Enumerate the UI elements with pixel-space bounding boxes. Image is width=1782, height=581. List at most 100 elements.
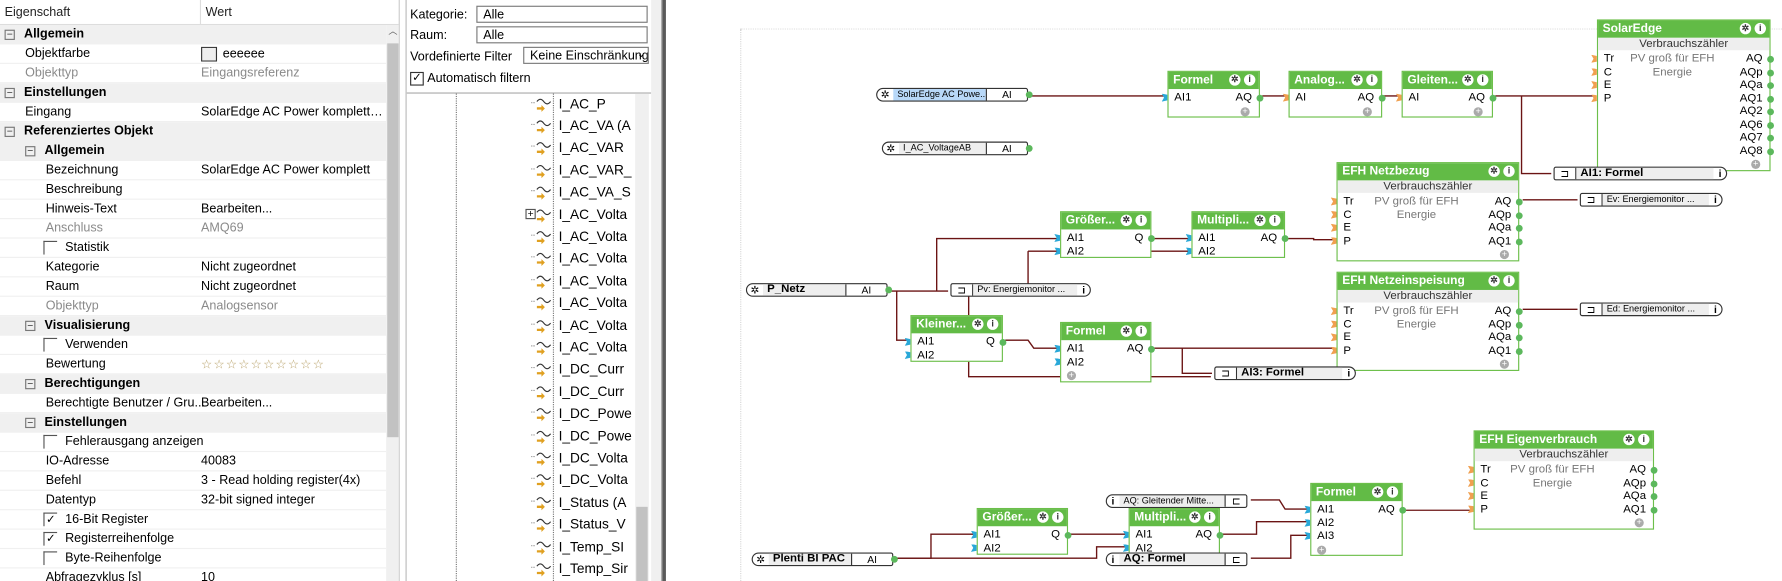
output-pin[interactable] — [1281, 235, 1289, 242]
predefined-filter-select[interactable]: Keine Einschränkunge ⌄ — [523, 46, 649, 64]
tree-item[interactable]: I_DC_Powe — [531, 402, 632, 424]
link-in-icon[interactable]: ⊐ — [952, 284, 973, 296]
wire[interactable] — [896, 291, 909, 341]
output-pin[interactable] — [1515, 238, 1523, 245]
block-header[interactable]: EFH Netzeinspeisung ✲ i — [1337, 272, 1519, 290]
property-value[interactable]: Nicht zugeordnet — [201, 260, 384, 274]
connection-reference[interactable]: ⊐ Ed: Energiemonitor ... i — [1579, 302, 1723, 317]
block-header[interactable]: Analog... ✲ i — [1289, 71, 1382, 90]
output-pin[interactable] — [1515, 334, 1523, 342]
link-in-icon[interactable]: ⊐ — [1555, 167, 1576, 180]
property-value[interactable]: SolarEdge AC Power komplett (... — [201, 105, 384, 119]
function-block[interactable]: Multipli... ✲ i AI1 AI2 AQ — [1185, 211, 1289, 258]
block-header[interactable]: Formel ✲ i — [1311, 483, 1402, 502]
property-row[interactable]: ✓ Registerreihenfolge — [0, 530, 387, 550]
property-row[interactable]: IO-Adresse 40083 — [0, 452, 387, 472]
color-swatch[interactable] — [201, 46, 218, 62]
block-header[interactable]: Größer... ✲ i — [977, 509, 1067, 527]
gear-icon[interactable]: ✲ — [1120, 325, 1133, 337]
tree-item[interactable]: I_Temp_Sir — [531, 557, 628, 579]
block-header[interactable]: Formel ✲ i — [1168, 71, 1259, 90]
output-pin[interactable] — [1216, 531, 1224, 539]
info-icon[interactable]: i — [1709, 304, 1721, 315]
info-icon[interactable]: i — [1052, 511, 1064, 523]
checkbox[interactable] — [43, 240, 58, 255]
gear-icon[interactable]: ✲ — [1462, 74, 1474, 86]
wire[interactable] — [1005, 339, 1058, 349]
gear-icon[interactable]: ✲ — [1623, 433, 1635, 446]
function-block[interactable]: EFH Netzbezug ✲ i Verbrauchszähler Tr C E P AQ AQ… — [1330, 162, 1523, 261]
property-value[interactable]: Bearbeiten... — [201, 396, 384, 410]
properties-scrollbar[interactable]: ︿ — [386, 25, 399, 581]
property-value[interactable]: 3 - Read holding register(4x) — [201, 474, 384, 488]
info-icon[interactable]: i — [1135, 214, 1147, 227]
property-section[interactable]: − Einstellungen — [0, 413, 387, 433]
output-pin[interactable] — [1650, 466, 1658, 474]
property-value[interactable]: 32-bit signed integer — [201, 493, 384, 507]
link-in-icon[interactable]: ⊐ — [1581, 194, 1603, 206]
output-pin[interactable] — [1515, 347, 1523, 355]
add-port-icon[interactable]: + — [1473, 106, 1483, 116]
tree-item[interactable]: I_DC_Powe — [531, 425, 632, 447]
checkbox[interactable] — [43, 337, 58, 352]
checkbox-checked[interactable]: ✓ — [43, 512, 58, 527]
function-block[interactable]: Formel ✲ i AI1 AI2 AQ + — [1054, 321, 1155, 382]
input-reference[interactable]: ✲ I_AC_VoltageAB AI — [881, 141, 1029, 156]
rating-stars[interactable]: ☆☆☆☆☆☆☆☆☆☆ — [201, 357, 384, 372]
function-block[interactable]: Formel ✲ i AI1 AQ + — [1161, 70, 1264, 118]
property-row[interactable]: Hinweis-Text Bearbeiten... — [0, 200, 387, 220]
info-icon[interactable]: i — [1135, 325, 1147, 337]
block-header[interactable]: SolarEdge ✲ i — [1598, 20, 1770, 38]
property-row[interactable]: Kategorie Nicht zugeordnet — [0, 258, 387, 278]
wire[interactable] — [1250, 534, 1308, 559]
property-row[interactable]: Datentyp 32-bit signed integer — [0, 491, 387, 511]
property-row[interactable]: Fehlerausgang anzeigen — [0, 433, 387, 453]
function-block[interactable]: Analog... ✲ i AI AQ + — [1282, 70, 1386, 118]
output-pin[interactable] — [1064, 531, 1072, 539]
output-pin[interactable] — [885, 286, 893, 294]
output-pin[interactable] — [1650, 493, 1658, 500]
output-pin[interactable] — [1515, 211, 1523, 219]
gear-icon[interactable]: ✲ — [1229, 74, 1241, 86]
tree-item[interactable]: I_AC_P — [531, 92, 606, 114]
gear-icon[interactable]: ✲ — [1189, 511, 1201, 523]
function-block[interactable]: Gleiten... ✲ i AI AQ + — [1395, 70, 1497, 118]
output-pin[interactable] — [1515, 321, 1523, 329]
tree-item[interactable]: I_Status_V — [531, 513, 626, 535]
wire[interactable] — [1250, 499, 1308, 510]
add-port-icon[interactable]: + — [1751, 159, 1761, 169]
checkbox[interactable] — [43, 551, 58, 566]
property-value[interactable]: SolarEdge AC Power komplett — [201, 163, 384, 177]
gear-icon[interactable]: ✲ — [1739, 22, 1752, 35]
block-header[interactable]: Größer... ✲ i — [1061, 212, 1151, 230]
gear-icon[interactable]: ✲ — [1488, 275, 1500, 287]
output-pin[interactable] — [1767, 69, 1774, 76]
gear-icon[interactable]: ✲ — [1120, 214, 1133, 227]
output-pin[interactable] — [1148, 345, 1155, 353]
output-pin[interactable] — [1767, 121, 1774, 129]
tree-item[interactable]: I_Status (A — [531, 491, 626, 513]
connection-reference[interactable]: ⊐ Pv: Energiemonitor ... i — [950, 283, 1091, 297]
gear-icon[interactable]: ✲ — [972, 318, 984, 330]
raum-select[interactable]: Alle — [476, 26, 648, 44]
output-pin[interactable] — [1025, 144, 1033, 152]
auto-filter-checkbox[interactable]: ✓ Automatisch filtern — [410, 71, 531, 86]
info-icon[interactable]: i — [1754, 22, 1766, 35]
tree-item[interactable]: I_AC_Volta — [531, 247, 627, 269]
scrollbar-thumb[interactable] — [636, 506, 648, 581]
property-section[interactable]: − Referenziertes Objekt — [0, 122, 387, 142]
tree-item[interactable]: I_AC_Volta — [531, 203, 627, 225]
gear-icon[interactable]: ✲ — [1371, 486, 1384, 498]
info-icon[interactable]: i — [1476, 74, 1489, 86]
output-pin[interactable] — [1256, 94, 1264, 102]
kategorie-select[interactable]: Alle — [476, 5, 648, 23]
gear-icon[interactable]: ✲ — [1037, 511, 1049, 523]
info-icon[interactable]: i — [1638, 433, 1650, 446]
add-port-icon[interactable]: + — [1499, 249, 1509, 260]
link-in-icon[interactable]: ⊐ — [1215, 367, 1237, 379]
property-value[interactable]: Bearbeiten... — [201, 202, 384, 216]
tree-item[interactable]: I_AC_Volta — [531, 225, 627, 247]
connection-reference[interactable]: ⊐ Ev: Energiemonitor ... i — [1579, 192, 1723, 207]
column-header-property[interactable]: Eigenschaft — [0, 0, 202, 24]
wire[interactable] — [1222, 520, 1308, 535]
